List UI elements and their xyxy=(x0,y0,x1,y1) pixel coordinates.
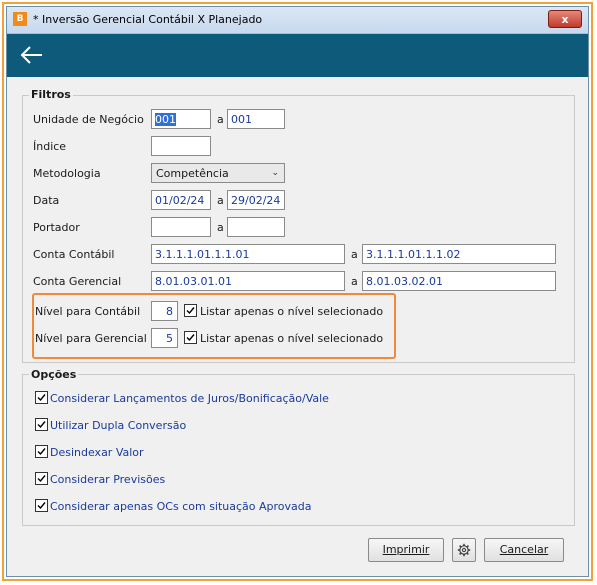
metodologia-value: Competência xyxy=(156,167,229,180)
opcao-previsoes-checkbox[interactable] xyxy=(35,472,48,485)
nivel-contabil-label: Nível para Contábil xyxy=(35,305,141,318)
data-to-input[interactable]: 29/02/24 xyxy=(227,190,285,210)
opcao-juros-checkbox[interactable] xyxy=(35,391,48,404)
settings-button[interactable] xyxy=(452,538,476,562)
portador-label: Portador xyxy=(33,221,80,234)
portador-separator: a xyxy=(217,221,224,234)
gear-icon xyxy=(457,543,471,557)
chevron-down-icon: ⌄ xyxy=(271,168,279,178)
data-separator: a xyxy=(217,194,224,207)
dialog-window: B * Inversão Gerencial Contábil X Planej… xyxy=(6,6,589,577)
check-icon xyxy=(186,334,195,342)
check-icon xyxy=(37,394,46,402)
conta-gerencial-from-input[interactable]: 8.01.03.01.01 xyxy=(151,271,345,291)
opcoes-title: Opções xyxy=(29,368,79,381)
window-title: * Inversão Gerencial Contábil X Planejad… xyxy=(33,13,263,26)
conta-contabil-separator: a xyxy=(351,248,358,261)
check-icon xyxy=(37,475,46,483)
title-bar[interactable]: B * Inversão Gerencial Contábil X Planej… xyxy=(7,7,588,34)
unidade-label: Unidade de Negócio xyxy=(33,113,144,126)
check-icon xyxy=(37,421,46,429)
unidade-separator: a xyxy=(217,113,224,126)
metodologia-select[interactable]: Competência ⌄ xyxy=(151,163,285,183)
data-label: Data xyxy=(33,194,60,207)
portador-from-input[interactable] xyxy=(151,217,211,237)
portador-to-input[interactable] xyxy=(227,217,285,237)
conta-gerencial-separator: a xyxy=(351,275,358,288)
conta-contabil-to-input[interactable]: 3.1.1.1.01.1.1.02 xyxy=(362,244,556,264)
nivel-gerencial-check-label[interactable]: Listar apenas o nível selecionado xyxy=(200,332,383,345)
metodologia-label: Metodologia xyxy=(33,167,101,180)
nav-bar xyxy=(7,34,588,77)
indice-input[interactable] xyxy=(151,136,211,156)
unidade-from-value: 001 xyxy=(155,113,176,126)
opcao-desindexar-label[interactable]: Desindexar Valor xyxy=(50,446,144,459)
opcao-dupla-conversao-label[interactable]: Utilizar Dupla Conversão xyxy=(50,419,186,432)
opcao-ocs-aprovada-checkbox[interactable] xyxy=(35,499,48,512)
conta-gerencial-to-input[interactable]: 8.01.03.02.01 xyxy=(362,271,556,291)
check-icon xyxy=(186,307,195,315)
nivel-gerencial-checkbox[interactable] xyxy=(184,331,197,344)
nivel-gerencial-label: Nível para Gerencial xyxy=(35,332,147,345)
nivel-contabil-check-label[interactable]: Listar apenas o nível selecionado xyxy=(200,305,383,318)
opcao-ocs-aprovada-label[interactable]: Considerar apenas OCs com situação Aprov… xyxy=(50,500,312,513)
check-icon xyxy=(37,448,46,456)
check-icon xyxy=(37,502,46,510)
filtros-title: Filtros xyxy=(29,88,73,101)
arrow-left-icon[interactable] xyxy=(19,43,45,67)
nivel-gerencial-input[interactable]: 5 xyxy=(151,328,178,348)
close-button[interactable]: x xyxy=(548,10,582,28)
print-button[interactable]: Imprimir xyxy=(368,538,444,562)
nivel-highlight-box xyxy=(32,293,396,359)
conta-gerencial-label: Conta Gerencial xyxy=(33,275,122,288)
conta-contabil-label: Conta Contábil xyxy=(33,248,115,261)
indice-label: Índice xyxy=(33,140,67,153)
opcao-juros-label[interactable]: Considerar Lançamentos de Juros/Bonifica… xyxy=(50,392,329,405)
data-from-input[interactable]: 01/02/24 xyxy=(151,190,211,210)
unidade-from-input[interactable]: 001 xyxy=(151,109,211,129)
opcao-previsoes-label[interactable]: Considerar Previsões xyxy=(50,473,165,486)
bomber-logo-icon: B xyxy=(13,12,27,26)
opcao-desindexar-checkbox[interactable] xyxy=(35,445,48,458)
opcao-dupla-conversao-checkbox[interactable] xyxy=(35,418,48,431)
conta-contabil-from-input[interactable]: 3.1.1.1.01.1.1.01 xyxy=(151,244,345,264)
nivel-contabil-checkbox[interactable] xyxy=(184,304,197,317)
cancel-button[interactable]: Cancelar xyxy=(484,538,564,562)
unidade-to-input[interactable]: 001 xyxy=(227,109,285,129)
nivel-contabil-input[interactable]: 8 xyxy=(151,301,178,321)
